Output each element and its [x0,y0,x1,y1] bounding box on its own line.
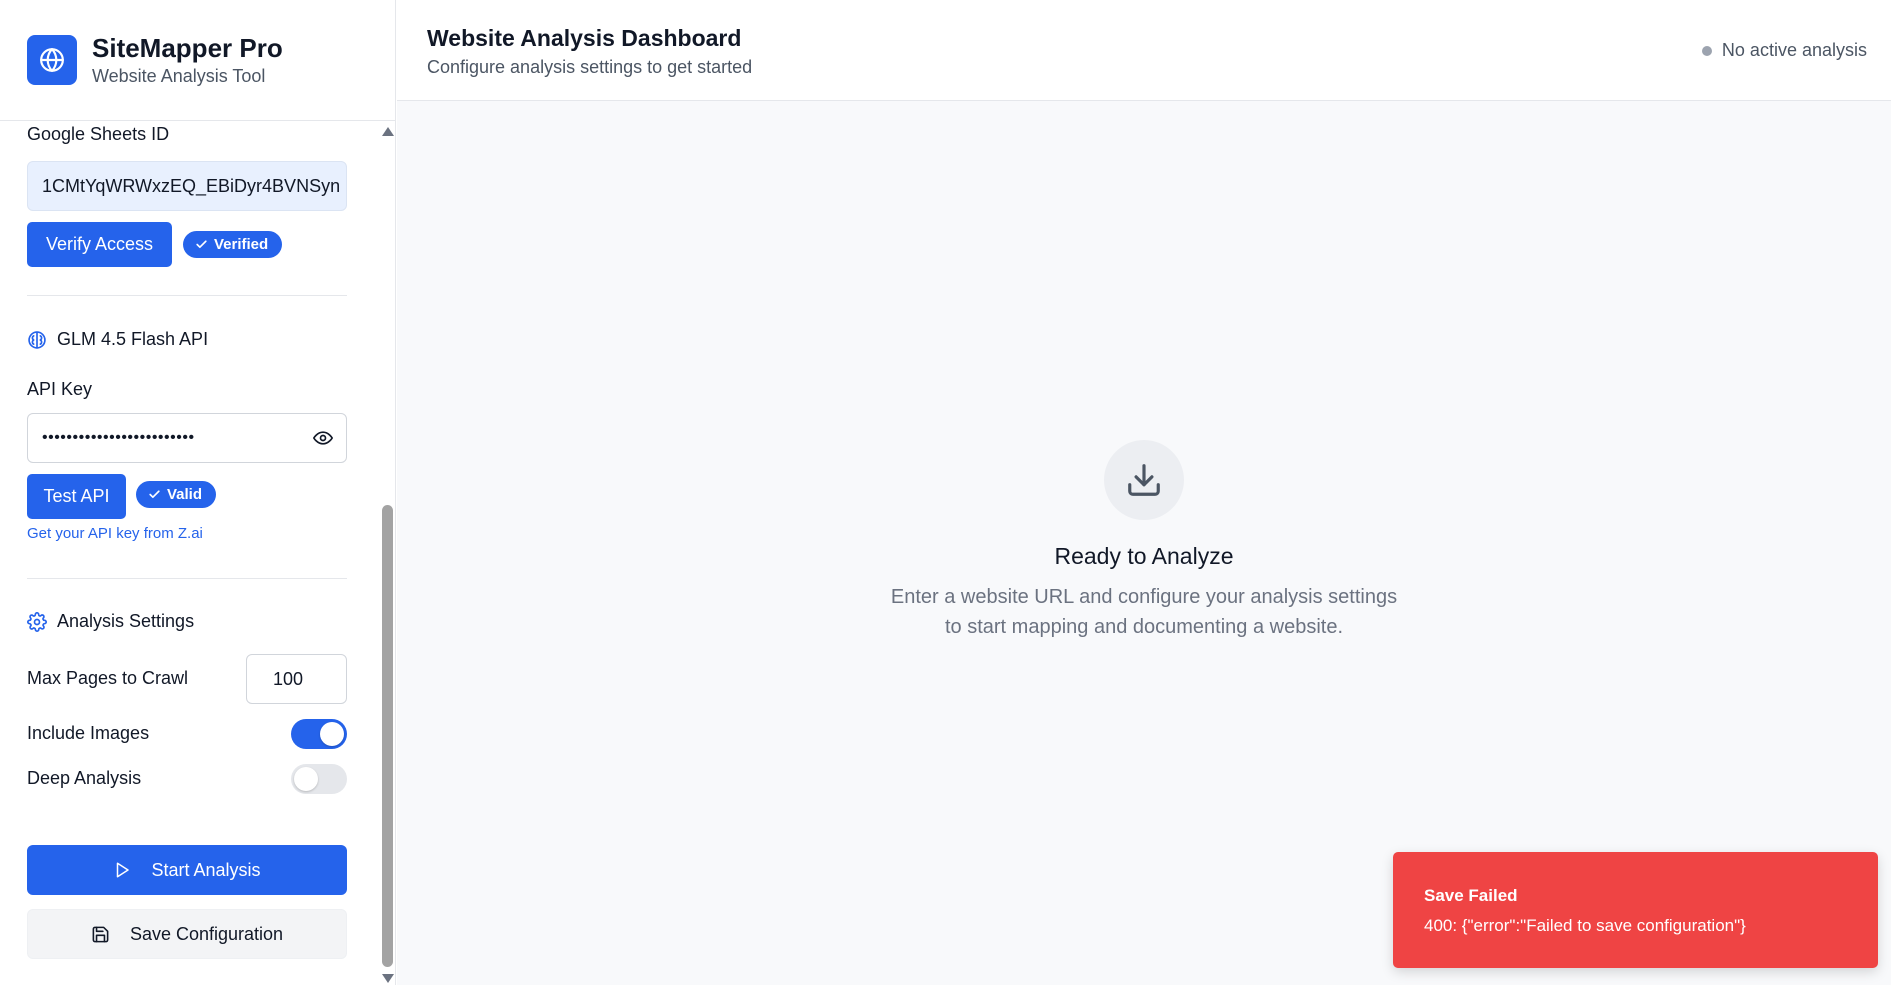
download-icon [1104,440,1184,520]
valid-badge-label: Valid [167,486,203,503]
status-dot-icon [1701,45,1712,56]
app-subtitle: Website Analysis Tool [92,66,266,87]
scroll-down-arrow-icon[interactable] [382,974,394,983]
verified-badge-label: Verified [214,236,269,253]
test-api-button[interactable]: Test API [27,474,126,519]
page-subtitle: Configure analysis settings to get start… [427,57,753,77]
api-key-help-link[interactable]: Get your API key from Z.ai [27,525,203,542]
api-key-label: API Key [27,379,93,399]
max-pages-input[interactable]: 100 [246,654,347,704]
analysis-status-label: No active analysis [1721,40,1867,60]
sheets-id-label: Google Sheets ID [27,124,170,144]
toast-title: Save Failed [1424,886,1518,905]
gear-icon [27,611,47,632]
save-configuration-button[interactable]: Save Configuration [27,909,347,959]
main-content: Website Analysis Dashboard Configure ana… [397,0,1891,985]
empty-state-line-2: to start mapping and documenting a websi… [944,616,1344,638]
scroll-up-arrow-icon[interactable] [382,127,394,136]
empty-state-title: Ready to Analyze [1054,543,1234,569]
error-toast[interactable]: Save Failed 400: {"error":"Failed to sav… [1393,852,1878,968]
start-analysis-label: Start Analysis [151,859,261,880]
divider [27,295,347,296]
app-name: SiteMapper Pro [92,32,283,63]
include-images-label: Include Images [27,723,150,743]
include-images-toggle[interactable] [291,719,347,749]
empty-state-line-1: Enter a website URL and configure your a… [890,586,1398,608]
analysis-settings-title: Analysis Settings [27,611,194,632]
sidebar-scrollbar[interactable] [380,121,395,985]
analysis-status: No active analysis [1701,40,1867,61]
verified-badge: Verified [183,231,283,258]
analysis-settings-label: Analysis Settings [57,611,195,631]
check-icon [149,490,160,499]
max-pages-label: Max Pages to Crawl [27,668,189,688]
save-icon [92,926,109,942]
empty-state: Ready to Analyze Enter a website URL and… [397,440,1891,642]
api-section-title: GLM 4.5 Flash API [27,329,208,350]
deep-analysis-toggle[interactable] [291,764,347,794]
page-title: Website Analysis Dashboard [427,25,742,51]
sidebar: SiteMapper Pro Website Analysis Tool Goo… [0,0,396,985]
empty-state-description: Enter a website URL and configure your a… [864,582,1424,642]
sidebar-scroll-area: Google Sheets ID 1CMtYqWRWxzEQ_EBiDyr4BV… [0,121,380,985]
toggle-knob [294,767,318,791]
toggle-knob [320,722,344,746]
sheets-id-input[interactable]: 1CMtYqWRWxzEQ_EBiDyr4BVNSyn [27,161,347,211]
globe-icon [27,35,77,85]
check-icon [196,240,207,249]
divider [27,578,347,579]
scrollbar-thumb[interactable] [382,505,393,967]
verify-access-button[interactable]: Verify Access [27,222,172,267]
eye-icon[interactable] [313,428,333,453]
start-analysis-button[interactable]: Start Analysis [27,845,347,895]
save-configuration-label: Save Configuration [129,923,284,944]
api-key-input[interactable]: ••••••••••••••••••••••••• [27,413,347,463]
deep-analysis-label: Deep Analysis [27,768,142,788]
toast-message: 400: {"error":"Failed to save configurat… [1424,916,1746,935]
valid-badge: Valid [136,481,217,508]
page-header: Website Analysis Dashboard Configure ana… [397,0,1891,101]
brand-header: SiteMapper Pro Website Analysis Tool [0,0,395,121]
api-section-label: GLM 4.5 Flash API [57,329,209,349]
play-icon [117,862,130,878]
brain-icon [28,330,46,349]
